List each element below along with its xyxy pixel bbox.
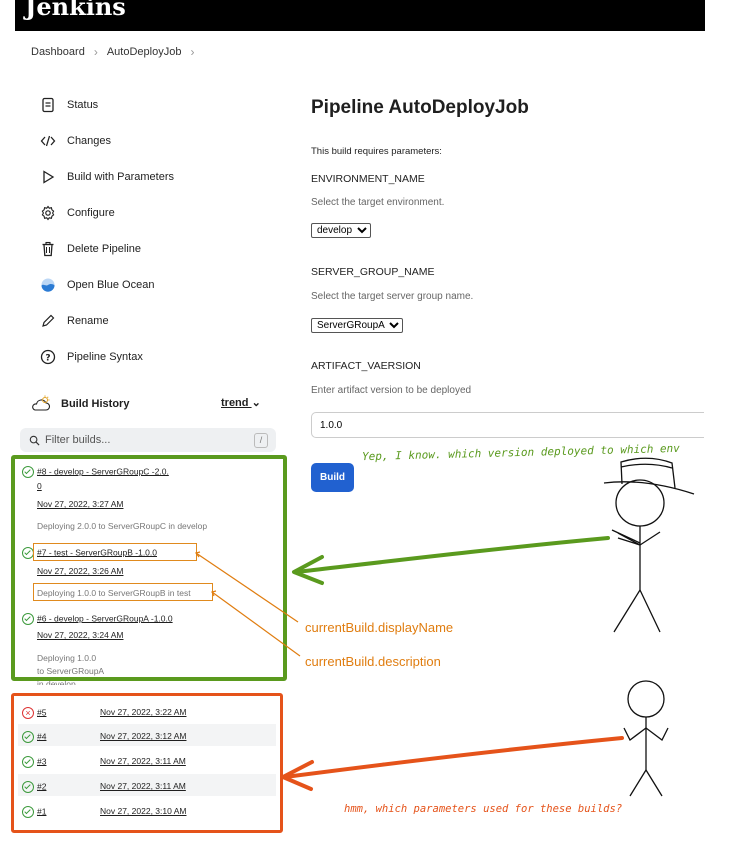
annotation-name-box: [33, 543, 197, 561]
sidebar-item-label: Build with Parameters: [67, 171, 174, 183]
trend-link[interactable]: trend ⌄: [221, 396, 261, 409]
sidebar-item-changes[interactable]: Changes: [38, 131, 111, 151]
annotation-desc-box: [33, 583, 213, 601]
keyboard-shortcut-badge: /: [254, 433, 268, 448]
sidebar-item-delete-pipeline[interactable]: Delete Pipeline: [38, 239, 141, 259]
red-arrowhead: [281, 760, 314, 791]
intro-text: This build requires parameters:: [311, 146, 442, 157]
param-hint: Select the target environment.: [311, 197, 445, 208]
sidebar-item-rename[interactable]: Rename: [38, 311, 109, 331]
annotation-green-box: [11, 455, 287, 681]
chevron-right-icon: ›: [93, 45, 98, 59]
param-hint: Enter artifact version to be deployed: [311, 385, 472, 396]
filter-placeholder: Filter builds...: [45, 434, 111, 446]
build-history-header: Build History trend ⌄: [31, 392, 276, 416]
search-icon: [29, 435, 40, 446]
param-hint: Select the target server group name.: [311, 291, 474, 302]
jenkins-logo[interactable]: Jenkins: [25, 0, 126, 21]
breadcrumb-dashboard[interactable]: Dashboard: [31, 46, 85, 58]
sidebar-item-label: Rename: [67, 315, 109, 327]
sidebar-item-label: Changes: [67, 135, 112, 147]
red-arrow: [283, 736, 624, 779]
gear-icon: [38, 203, 58, 223]
environment-select[interactable]: develop: [311, 223, 371, 238]
filter-builds-input[interactable]: Filter builds... /: [20, 428, 276, 452]
param-name: ARTIFACT_VAERSION: [311, 360, 421, 372]
param-name: SERVER_GROUP_NAME: [311, 266, 435, 278]
breadcrumb-job[interactable]: AutoDeployJob: [107, 46, 182, 58]
blue-ocean-icon: [38, 275, 58, 295]
stick-figure-plain: [623, 680, 669, 797]
param-name: ENVIRONMENT_NAME: [311, 173, 425, 185]
stick-figure-hat: [603, 457, 695, 633]
sidebar-item-open-blue-ocean[interactable]: Open Blue Ocean: [38, 275, 154, 295]
chevron-right-icon[interactable]: ›: [190, 45, 194, 59]
trash-icon: [38, 239, 58, 259]
sidebar-item-build-with-parameters[interactable]: Build with Parameters: [38, 167, 174, 187]
page-title: Pipeline AutoDeployJob: [311, 97, 529, 118]
sidebar-item-label: Delete Pipeline: [67, 243, 141, 255]
annotation-comment-top: Yep, I know. which version deployed to w…: [361, 441, 681, 464]
sidebar-item-label: Status: [67, 99, 99, 111]
build-history-title: Build History: [61, 398, 130, 410]
svg-text:?: ?: [45, 354, 50, 364]
header-bar: Jenkins: [15, 0, 705, 31]
green-arrow: [294, 536, 610, 574]
green-arrowhead: [292, 555, 324, 585]
sidebar-item-pipeline-syntax[interactable]: ? Pipeline Syntax: [38, 347, 143, 367]
annotation-display-name: currentBuild.displayName: [305, 620, 454, 635]
artifact-version-input[interactable]: [311, 412, 704, 438]
annotation-red-box: [11, 693, 283, 833]
server-group-select[interactable]: ServerGRoupA: [311, 318, 403, 333]
sidebar-item-label: Open Blue Ocean: [67, 279, 155, 291]
help-icon: ?: [38, 347, 58, 367]
build-button[interactable]: Build: [311, 463, 354, 492]
annotation-comment-bottom: hmm, which parameters used for these bui…: [344, 803, 623, 815]
cloud-sun-icon: [31, 395, 53, 413]
sidebar-item-label: Configure: [67, 207, 115, 219]
sidebar-item-status[interactable]: Status: [38, 95, 98, 115]
document-icon: [38, 95, 58, 115]
breadcrumb: Dashboard › AutoDeployJob ›: [31, 45, 194, 59]
sidebar-item-label: Pipeline Syntax: [67, 351, 143, 363]
code-icon: [38, 131, 58, 151]
annotation-description: currentBuild.description: [305, 654, 441, 669]
pencil-icon: [38, 311, 58, 331]
play-icon: [38, 167, 58, 187]
chevron-down-icon: ⌄: [251, 397, 261, 409]
sidebar-item-configure[interactable]: Configure: [38, 203, 115, 223]
